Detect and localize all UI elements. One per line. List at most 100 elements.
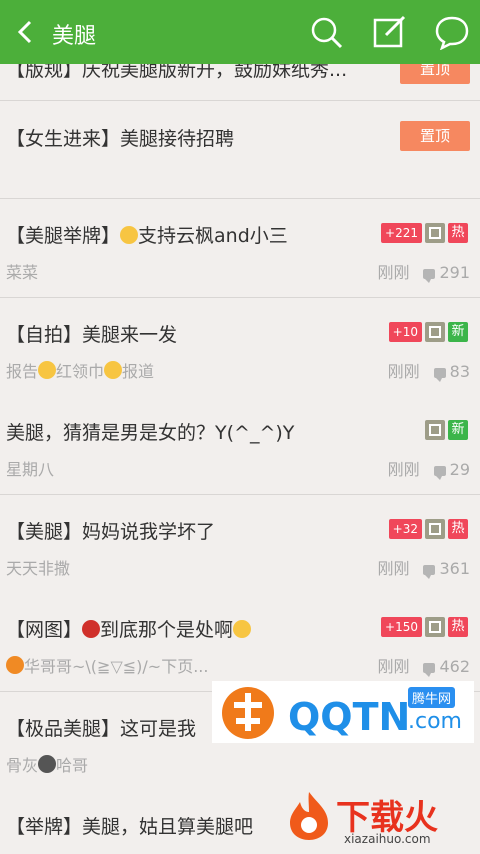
post-meta: 刚刚 83 [388,358,470,382]
score-badge: +221 [381,223,422,243]
score-badge: +32 [388,519,422,539]
score-badge: +10 [388,322,422,342]
post-author: 华哥哥~\(≧▽≦)/~下页... [6,653,208,677]
list-item[interactable]: 【女生进来】美腿接待招聘 置顶 [0,101,480,199]
qqtn-small-text: 腾牛网 [408,687,456,708]
qqtn-watermark: 腾牛网 QQTN .com [212,681,474,743]
new-badge: 新 [448,322,468,342]
post-title-text: 美腿，猜猜是男是女的？Y(^_^)Y [6,422,295,444]
rose-emoji-icon [82,620,101,638]
post-title: 【网图】 到底那个是处啊 [6,615,252,642]
post-author: 天天非撒 [6,555,70,579]
post-title: 【美腿】妈妈说我学坏了 [6,517,215,544]
comment-icon [433,367,446,382]
comment-count: 361 [439,559,470,578]
image-icon [425,617,445,637]
post-time: 刚刚 [377,559,410,578]
hot-badge: 热 [448,223,468,243]
comment-count: 462 [439,657,470,676]
post-title-prefix: 【美腿举牌】 [6,225,121,247]
qqtn-logo-icon [222,687,274,739]
author-name: 天天非撒 [6,559,71,578]
post-time: 刚刚 [377,657,410,676]
comment-icon [423,268,436,283]
post-title: 【举牌】美腿，姑且算美腿吧 [6,812,253,839]
author-part: 哈哥 [56,756,89,775]
post-time: 刚刚 [377,263,410,282]
comment-icon [433,465,446,480]
page-title: 美腿 [52,24,97,49]
fire-emoji-icon [6,656,24,674]
list-item[interactable]: 美腿，猜猜是男是女的？Y(^_^)Y 星期八 刚刚 29 新 [0,396,480,495]
post-author: 报告 红领巾 报道 [6,358,154,382]
alien-emoji-icon [38,755,57,773]
image-icon [425,420,445,440]
qqtn-domain-text: .com [408,709,462,734]
post-time: 刚刚 [387,362,420,381]
top-bar: 美腿 [0,0,480,64]
search-icon[interactable] [308,14,344,50]
list-item[interactable]: 【自拍】美腿来一发 报告 红领巾 报道 刚刚 83 +10 新 [0,298,480,397]
post-title-text: 【举牌】美腿，姑且算美腿吧 [6,816,254,838]
author-name: 菜菜 [6,263,39,282]
image-icon [425,322,445,342]
list-item[interactable]: 【版规】庆祝美腿版新开，鼓励妹纸秀... 置顶 [0,64,480,101]
post-title: 美腿，猜猜是男是女的？Y(^_^)Y [6,418,294,445]
smile-emoji-icon [104,361,123,379]
author-part: 骨灰 [6,756,39,775]
post-title: 【美腿举牌】 支持云枫and小三 [6,221,288,248]
hot-badge: 热 [448,519,468,539]
comment-count: 291 [439,263,470,282]
post-title-text: 【美腿】妈妈说我学坏了 [6,521,216,543]
post-meta: 刚刚 361 [377,555,470,579]
post-title-text: 支持云枫and小三 [138,225,288,247]
author-part: 报告 [6,362,39,381]
author-name: 星期八 [6,460,55,479]
list-item[interactable]: 【美腿】妈妈说我学坏了 天天非撒 刚刚 361 +32 热 [0,495,480,594]
post-title-prefix: 【网图】 [6,619,83,641]
new-badge: 新 [448,420,468,440]
author-name: 华哥哥~\(≧▽≦)/~下页... [24,657,209,676]
qqtn-logo-text: QQTN [288,695,411,739]
post-title: 【女生进来】美腿接待招聘 [6,128,235,150]
post-title-text: 【极品美腿】这可是我 [6,718,197,740]
list-item[interactable]: 【美腿举牌】 支持云枫and小三菜菜 刚刚 291 +221 热 [0,199,480,298]
post-meta: 刚刚 291 [377,259,470,283]
post-meta: 刚刚 29 [388,456,470,480]
comment-count: 29 [449,460,470,479]
post-title: 【自拍】美腿来一发 [6,320,177,347]
hot-badge: 热 [448,617,468,637]
post-title: 【版规】庆祝美腿版新开，鼓励妹纸秀... [6,64,348,81]
smile-emoji-icon [38,361,57,379]
image-icon [425,519,445,539]
post-badges: +10 新 [386,322,468,342]
author-part: 红领巾 [56,362,105,381]
comment-count: 83 [449,362,470,381]
back-arrow-icon[interactable] [10,14,40,50]
list-item[interactable]: 【网图】 到底那个是处啊华哥哥~\(≧▽≦)/~下页... 刚刚 462 +150 热 [0,593,480,692]
image-icon [425,223,445,243]
chat-icon[interactable] [434,14,470,50]
flame-logo-icon [290,792,328,840]
comment-icon [423,662,436,677]
laughing-emoji-icon [233,620,252,638]
post-author: 星期八 [6,456,54,480]
laughing-emoji-icon [120,226,139,244]
xiazaihuo-domain-text: xiazaihuo.com [344,832,431,846]
post-title: 【极品美腿】这可是我 [6,714,196,741]
post-author: 菜菜 [6,259,38,283]
compose-icon[interactable] [372,14,408,50]
post-title-text: 【自拍】美腿来一发 [6,324,178,346]
post-badges: +150 热 [378,617,468,637]
post-author: 骨灰 哈哥 [6,752,88,776]
post-meta: 刚刚 462 [377,653,470,677]
comment-icon [423,564,436,579]
author-part: 报道 [122,362,155,381]
post-time: 刚刚 [387,460,420,479]
pin-badge: 置顶 [400,121,470,151]
post-badges: +32 热 [386,519,468,539]
post-badges: 新 [422,420,468,440]
post-title-text: 到底那个是处啊 [100,619,234,641]
post-badges: +221 热 [378,223,468,243]
xiazaihuo-watermark: 下载火 xiazaihuo.com [284,788,474,852]
